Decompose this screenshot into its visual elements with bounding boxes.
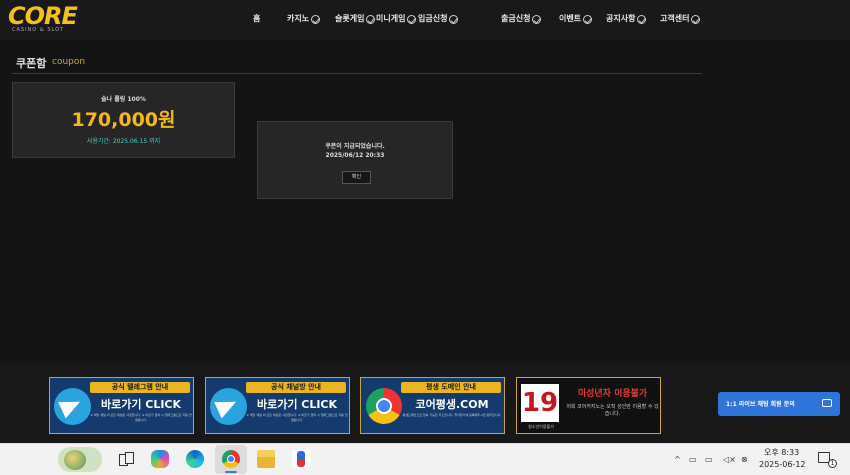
dialog-message: 쿠폰이 지급되었습니다. xyxy=(325,143,385,150)
banner-description: 저희 코어카지노는 오직 성인만 이용할 수 있습니다. xyxy=(566,404,659,417)
edge-icon[interactable] xyxy=(186,450,204,468)
check-circle-icon xyxy=(532,14,542,24)
coupon-amount: 170,000원 xyxy=(71,109,176,131)
banner-description: ※ 해당 채널 외 모든 채널은 사칭입니다. ※ 바로가 클릭 시 텔레그램으… xyxy=(246,413,348,422)
pinned-app-icon[interactable] xyxy=(292,450,310,468)
check-circle-icon xyxy=(311,14,321,24)
age-19-icon: 19 xyxy=(521,384,559,422)
check-circle-icon xyxy=(366,14,376,24)
banner-description: ※ 해당 채널 외 모든 채널은 사칭입니다. ※ 바로가 클릭 시 텔레그램으… xyxy=(90,413,192,422)
network-icon[interactable]: ▭ xyxy=(705,455,713,464)
nav-notices[interactable]: 공지사항 xyxy=(606,13,647,25)
file-explorer-icon[interactable] xyxy=(257,450,275,468)
status-x-icon[interactable]: ⊗ xyxy=(741,455,748,464)
coupon-period: 사용기간: 2025.06.15 까지 xyxy=(86,138,161,145)
banner-description: 평생도메인으로 접속 가능한 주소입니다. 즐겨찾기에 등록해두시면 편리합니다… xyxy=(402,413,502,417)
telegram-banner[interactable]: 공식 텔레그램 안내 바로가기 CLICK ※ 해당 채널 외 모든 채널은 사… xyxy=(49,377,194,434)
confirm-button[interactable]: 확인 xyxy=(342,171,371,184)
nav-label: 슬롯게임 xyxy=(335,14,365,23)
age-restriction-banner[interactable]: 19 청소년이용불가 미성년자 이용불가 저희 코어카지노는 오직 성인만 이용… xyxy=(516,377,661,434)
nav-label: 이벤트 xyxy=(559,14,582,23)
nav-slot-games[interactable]: 슬롯게임 xyxy=(335,13,376,25)
live-chat-button[interactable]: 1:1 라이브 채팅 회원 문의 xyxy=(718,392,840,416)
banner-label: 공식 채널방 안내 xyxy=(246,382,346,393)
nav-label: 출금신청 xyxy=(501,14,531,23)
nav-casino[interactable]: 카지노 xyxy=(287,13,321,25)
banner-label: 평생 도메인 안내 xyxy=(401,382,501,393)
check-circle-icon xyxy=(637,14,647,24)
display-icon[interactable]: ▭ xyxy=(689,455,697,464)
active-app-indicator xyxy=(225,471,237,473)
channel-banner[interactable]: 공식 채널방 안내 바로가기 CLICK ※ 해당 채널 외 모든 채널은 사칭… xyxy=(205,377,350,434)
copilot-icon[interactable] xyxy=(151,450,169,468)
banner-main-text: 바로가기 CLICK xyxy=(256,398,338,411)
windows-taskbar: ^ ▭ ▭ ◁× ⊗ xyxy=(0,443,850,475)
chrome-icon xyxy=(366,388,402,424)
page-title: 쿠폰함 xyxy=(16,57,47,70)
nav-label: 홈 xyxy=(253,14,261,23)
live-chat-label: 1:1 라이브 채팅 회원 문의 xyxy=(726,401,795,408)
check-circle-icon xyxy=(449,14,459,24)
nav-customer-center[interactable]: 고객센터 xyxy=(660,13,701,25)
nav-label: 고객센터 xyxy=(660,14,690,23)
nav-mini-games[interactable]: 미니게임 xyxy=(376,13,417,25)
coupon-issued-dialog: 쿠폰이 지급되었습니다. 2025/06/12 20:33 확인 xyxy=(257,121,453,199)
search-widget[interactable] xyxy=(58,447,102,472)
core-logo[interactable]: CORE CASINO & SLOT xyxy=(8,4,88,34)
notification-count-badge: 1 xyxy=(828,459,837,468)
domain-banner[interactable]: 평생 도메인 안내 코어평생.COM 평생도메인으로 접속 가능한 주소입니다.… xyxy=(360,377,505,434)
task-view-icon[interactable] xyxy=(116,450,134,468)
page-subtitle: coupon xyxy=(52,57,86,67)
nav-home[interactable]: 홈 xyxy=(253,13,260,25)
nav-withdraw[interactable]: 출금신청 xyxy=(501,13,542,25)
tray-overflow-caret[interactable]: ^ xyxy=(674,455,681,464)
top-navigation-bar: CORE CASINO & SLOT 홈 카지노 슬롯게임 미니게임 입금신청 … xyxy=(0,0,850,40)
logo-subtext: CASINO & SLOT xyxy=(12,27,65,33)
dialog-timestamp: 2025/06/12 20:33 xyxy=(325,152,385,159)
age-label: 청소년이용불가 xyxy=(528,424,554,429)
nav-deposit[interactable]: 입금신청 xyxy=(418,13,459,25)
banner-main-text: 코어평생.COM xyxy=(415,398,489,411)
chat-bubble-icon xyxy=(822,399,832,407)
clock-time[interactable]: 오후 8:33 xyxy=(764,447,799,458)
volume-muted-icon[interactable]: ◁× xyxy=(723,455,736,464)
nav-label: 입금신청 xyxy=(418,14,448,23)
coupon-card[interactable]: 슬나 롤링 100% 170,000원 사용기간: 2025.06.15 까지 xyxy=(12,82,235,158)
logo-text: CORE xyxy=(8,2,78,30)
banner-main-text: 미성년자 이용불가 xyxy=(577,389,648,399)
check-circle-icon xyxy=(407,14,417,24)
check-circle-icon xyxy=(691,14,701,24)
nav-label: 카지노 xyxy=(287,14,310,23)
banner-label: 공식 텔레그램 안내 xyxy=(90,382,190,393)
check-circle-icon xyxy=(583,14,593,24)
clock-date[interactable]: 2025-06-12 xyxy=(759,460,806,469)
nav-events[interactable]: 이벤트 xyxy=(559,13,593,25)
nav-label: 미니게임 xyxy=(376,14,406,23)
food-thumbnail-icon xyxy=(64,450,86,470)
banner-main-text: 바로가기 CLICK xyxy=(100,398,182,411)
coupon-name: 슬나 롤링 100% xyxy=(101,96,146,103)
section-header: 쿠폰함 coupon xyxy=(12,53,702,74)
chrome-icon[interactable] xyxy=(222,450,240,468)
nav-label: 공지사항 xyxy=(606,14,636,23)
